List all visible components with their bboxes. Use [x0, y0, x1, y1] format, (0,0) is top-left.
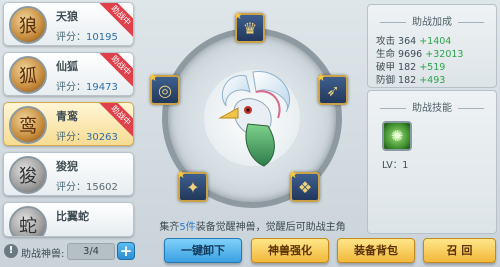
star-icon: ★ — [288, 168, 298, 181]
wolf-icon: 狼 — [19, 16, 37, 37]
qingluan-portrait — [218, 71, 291, 167]
awaken-hint: 集齐5件装备觉醒神兽，觉醒后可助战主角 — [159, 222, 346, 233]
beast-name: 比翼蛇 — [56, 210, 89, 223]
beast-name: 仙狐 — [56, 60, 78, 73]
skill-level: LV：1 — [382, 160, 409, 171]
beast-card-xianhu[interactable]: 狐 仙狐 评分：19473 助战中 — [3, 52, 134, 96]
beast-avatar: 狐 — [9, 56, 47, 94]
add-assist-slot-button[interactable]: + — [117, 242, 135, 260]
equip-slot-right-upper[interactable]: ★ ➶ — [316, 71, 348, 105]
star-icon: ★ — [316, 71, 326, 84]
assist-label: 助战神兽: — [21, 249, 65, 260]
assist-count-bar: ! 助战神兽: 3/4 + — [0, 240, 137, 264]
equip-slot-right-lower[interactable]: ★ ❖ — [288, 168, 320, 202]
star-icon: ★ — [176, 168, 186, 181]
fox-icon: 狐 — [19, 66, 37, 87]
star-icon: ★ — [148, 71, 158, 84]
enhance-beast-button[interactable]: 神兽强化 — [251, 238, 329, 263]
stat-row-attack: 攻击 364 +1404 — [376, 36, 452, 47]
recall-button[interactable]: 召 回 — [423, 238, 496, 263]
lion-icon: 狻 — [19, 166, 37, 187]
beast-avatar: 蛇 — [9, 206, 47, 237]
panel-title: 助战技能 — [368, 99, 496, 114]
beast-score: 评分：10195 — [56, 32, 118, 43]
beast-score: 评分：30263 — [56, 132, 118, 143]
panel-title: 助战加成 — [368, 13, 496, 28]
warning-icon[interactable]: ! — [4, 244, 18, 258]
beast-avatar: 鸾 — [9, 106, 47, 144]
beast-list: 狼 天狼 评分：10195 助战中 狐 仙狐 评分：19473 助战中 鸾 青鸾… — [0, 0, 137, 237]
equipment-ring-area: ★ ♛ ★ ◎ ★ ➶ ★ ✦ ★ ❖ 集齐5件装备觉醒神兽，觉醒后可助战主角 — [140, 0, 365, 237]
beast-card-tianlang[interactable]: 狼 天狼 评分：10195 助战中 — [3, 2, 134, 46]
stat-row-defense: 防御 182 +493 — [376, 75, 446, 86]
beast-score: 评分：15602 — [56, 182, 118, 193]
phoenix-icon: 鸾 — [19, 116, 37, 137]
equip-slot-left-lower[interactable]: ★ ✦ — [176, 168, 208, 202]
equip-slot-top[interactable]: ★ ♛ — [233, 9, 265, 43]
beast-avatar: 狻 — [9, 156, 47, 194]
beast-name: 天狼 — [56, 10, 78, 23]
horn-icon: ➶ — [326, 80, 340, 100]
beast-score: 评分：19473 — [56, 82, 118, 93]
equip-slot-left-upper[interactable]: ★ ◎ — [148, 71, 180, 105]
beast-card-suanni[interactable]: 狻 狻猊 评分：15602 — [3, 152, 134, 196]
equipment-bag-button[interactable]: 装备背包 — [337, 238, 415, 263]
claw-icon: ✦ — [186, 177, 200, 197]
assist-bonus-panel: 助战加成 攻击 364 +1404 生命 9696 +32013 破甲 182 … — [367, 4, 497, 88]
beast-card-biyishe[interactable]: 蛇 比翼蛇 — [3, 202, 134, 237]
beast-card-qingluan[interactable]: 鸾 青鸾 评分：30263 助战中 — [3, 102, 134, 146]
unequip-all-button[interactable]: 一键卸下 — [164, 238, 242, 263]
beast-name: 青鸾 — [56, 110, 78, 123]
stat-row-pierce: 破甲 182 +519 — [376, 62, 446, 73]
ring-icon: ◎ — [158, 80, 172, 100]
stat-row-hp: 生命 9696 +32013 — [376, 49, 464, 60]
beast-avatar: 狼 — [9, 6, 47, 44]
claw-skill-icon[interactable]: ✺ — [382, 121, 412, 151]
snake-icon: 蛇 — [19, 216, 37, 237]
star-icon: ★ — [233, 9, 243, 22]
beast-name: 狻猊 — [56, 160, 78, 173]
assist-count: 3/4 — [67, 243, 115, 260]
assist-skill-panel: 助战技能 ✺ LV：1 — [367, 90, 497, 234]
